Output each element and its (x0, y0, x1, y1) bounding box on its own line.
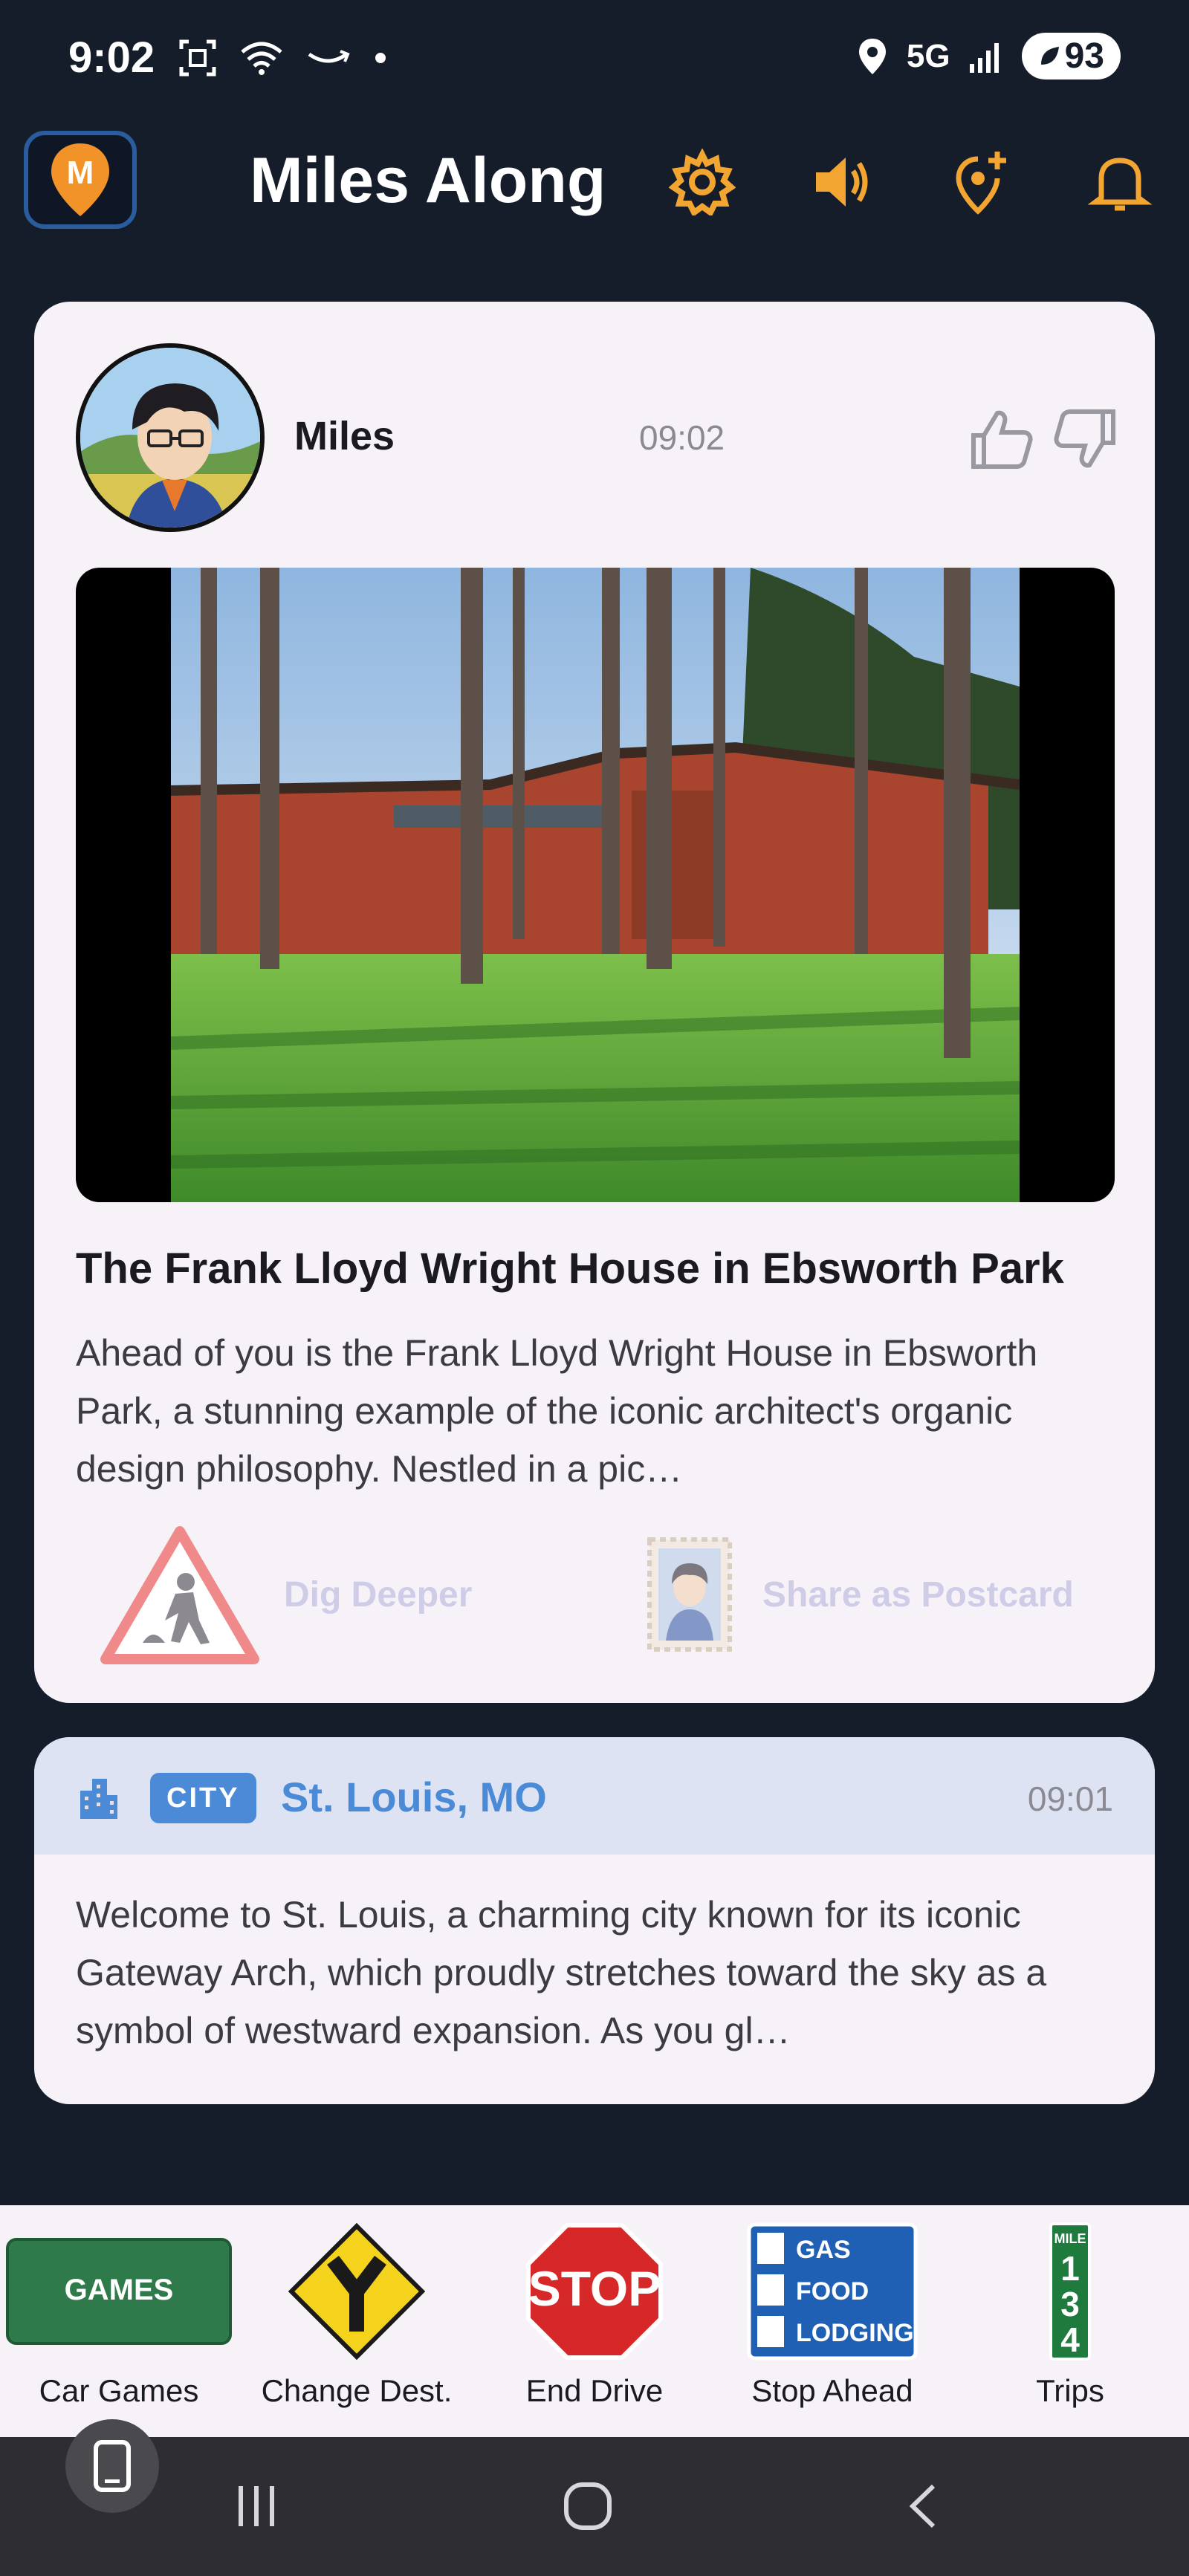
wifi-icon (241, 42, 282, 75)
battery-level: 93 (1064, 36, 1104, 76)
y-junction-sign-icon (288, 2223, 425, 2360)
network-label: 5G (906, 37, 950, 74)
city-card-header: CITY St. Louis, MO 09:01 (34, 1737, 1155, 1855)
location-pin-icon (858, 38, 886, 74)
nav-label-car-games: Car Games (39, 2373, 199, 2408)
road-work-sign-icon (100, 1526, 259, 1664)
mile-digit-3: 4 (1060, 2320, 1080, 2359)
games-sign-icon: GAMES (6, 2238, 232, 2345)
city-card[interactable]: CITY St. Louis, MO 09:01 Welcome to St. … (34, 1737, 1155, 2104)
status-bar: 9:02 5G 93 (0, 0, 1189, 119)
nav-label-change-destination: Change Dest. (261, 2373, 453, 2408)
phone-icon (94, 2440, 131, 2492)
system-nav-bar (0, 2437, 1189, 2576)
house-photo-illustration (171, 568, 1020, 1202)
app-header: M Miles Along (0, 119, 1189, 245)
thumbs-up-icon[interactable] (968, 406, 1034, 473)
home-icon[interactable] (562, 2480, 614, 2532)
city-badge: CITY (150, 1773, 256, 1823)
screenshot-icon (179, 39, 216, 77)
city-buildings-icon (80, 1779, 117, 1819)
dig-deeper-button[interactable]: Dig Deeper (98, 1520, 472, 1669)
post-title: The Frank Lloyd Wright House in Ebsworth… (76, 1245, 1064, 1293)
stop-sign-text: STOP (528, 2261, 661, 2316)
post-body: Ahead of you is the Frank Lloyd Wright H… (76, 1332, 1038, 1490)
nav-label-trips: Trips (1036, 2373, 1104, 2408)
thumbs-down-icon[interactable] (1052, 406, 1119, 473)
svg-text:M: M (67, 155, 94, 191)
recents-icon[interactable] (230, 2480, 282, 2532)
author-name: Miles (294, 414, 395, 458)
bottom-nav: GAMES Car Games Change Dest. STOP End Dr… (0, 2205, 1189, 2437)
bell-icon[interactable] (1086, 149, 1153, 215)
mile-label: MILE (1054, 2231, 1086, 2246)
app-logo[interactable]: M (24, 131, 137, 229)
nav-stop-ahead[interactable]: GAS FOOD LODGING Stop Ahead (713, 2217, 951, 2433)
mile-marker-icon: MILE 1 3 4 (1049, 2222, 1091, 2361)
add-location-icon[interactable] (948, 149, 1015, 215)
sign-food: FOOD (796, 2277, 869, 2306)
post-card[interactable]: Miles 09:02 The Frank Lloyd Wright House… (34, 302, 1155, 1703)
logo-pin-icon: M (51, 143, 109, 216)
stop-sign-icon: STOP (526, 2223, 663, 2360)
signal-icon (969, 42, 999, 73)
post-time: 09:02 (639, 418, 725, 457)
city-name: St. Louis, MO (281, 1774, 547, 1820)
amazon-icon (308, 50, 350, 63)
nav-car-games[interactable]: GAMES Car Games (0, 2217, 238, 2433)
author-avatar (76, 343, 265, 532)
sign-gas: GAS (796, 2236, 851, 2264)
dig-deeper-label: Dig Deeper (284, 1574, 473, 1615)
mile-digit-2: 3 (1060, 2285, 1080, 2323)
floating-phone-button[interactable] (65, 2419, 159, 2513)
postcard-stamp-icon (647, 1537, 732, 1652)
sign-lodging: LODGING (796, 2319, 914, 2347)
share-postcard-label: Share as Postcard (762, 1574, 1074, 1615)
nav-label-end-drive: End Drive (525, 2373, 664, 2408)
status-right: 5G 93 (856, 33, 1121, 80)
back-icon[interactable] (898, 2480, 950, 2532)
mile-digit-1: 1 (1060, 2249, 1080, 2288)
post-photo[interactable] (76, 568, 1115, 1202)
nav-label-stop-ahead: Stop Ahead (751, 2373, 913, 2408)
city-body: Welcome to St. Louis, a charming city kn… (76, 1894, 1047, 2051)
games-sign-text: GAMES (65, 2274, 174, 2306)
services-sign-icon: GAS FOOD LODGING (747, 2222, 918, 2361)
status-time: 9:02 (68, 33, 155, 82)
nav-end-drive[interactable]: STOP End Drive (476, 2217, 713, 2433)
share-postcard-button[interactable]: Share as Postcard (645, 1520, 1074, 1669)
avatar-illustration (80, 348, 260, 528)
gear-icon[interactable] (669, 149, 736, 215)
nav-trips[interactable]: MILE 1 3 4 Trips (951, 2217, 1189, 2433)
speaker-icon[interactable] (809, 149, 875, 215)
nav-change-destination[interactable]: Change Dest. (238, 2217, 476, 2433)
app-title: Miles Along (250, 145, 606, 216)
city-time: 09:01 (1027, 1779, 1113, 1818)
leaf-icon (1040, 46, 1059, 65)
dot-icon (375, 53, 386, 63)
battery-indicator: 93 (1021, 33, 1121, 80)
status-left-icons (178, 39, 388, 77)
